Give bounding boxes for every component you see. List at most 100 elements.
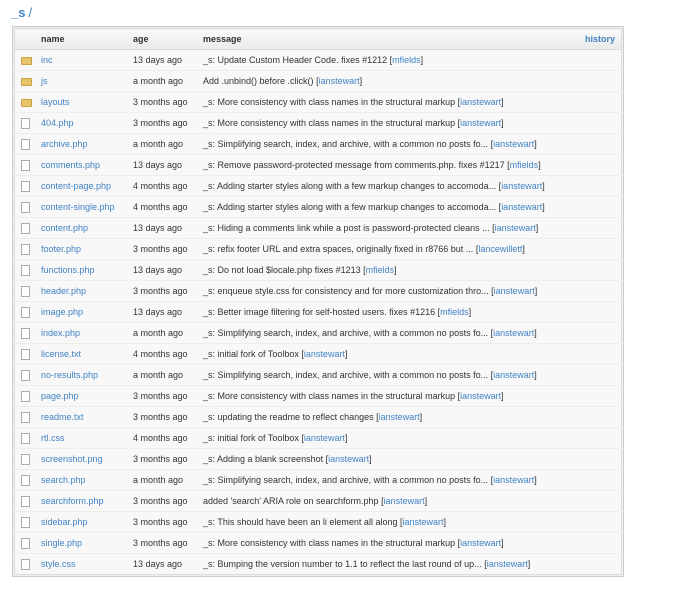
author-link[interactable]: ianstewart — [494, 286, 535, 296]
commit-message: _s: This should have been an li element … — [203, 511, 622, 533]
table-row: screenshot.png 3 months ago _s: Adding a… — [14, 448, 622, 470]
author-link[interactable]: ianstewart — [460, 118, 501, 128]
message-text: _s: Simplifying search, index, and archi… — [203, 370, 489, 380]
age: 13 days ago — [133, 301, 203, 323]
table-row: comments.php 13 days ago _s: Remove pass… — [14, 154, 622, 176]
age: a month ago — [133, 469, 203, 491]
author-link[interactable]: ianstewart — [493, 370, 534, 380]
file-link[interactable]: search.php — [41, 475, 86, 485]
commit-message: _s: Update Custom Header Code. fixes #12… — [203, 49, 622, 71]
file-icon — [21, 369, 30, 381]
age: 13 days ago — [133, 154, 203, 176]
file-icon — [21, 264, 30, 276]
commit-message: _s: Adding a blank screenshot [ianstewar… — [203, 448, 622, 470]
table-row: searchform.php 3 months ago added 'searc… — [14, 490, 622, 512]
author-link[interactable]: ianstewart — [384, 496, 425, 506]
author-link[interactable]: ianstewart — [460, 538, 501, 548]
file-icon — [21, 222, 30, 234]
table-row: index.php a month ago _s: Simplifying se… — [14, 322, 622, 344]
file-link[interactable]: sidebar.php — [41, 517, 88, 527]
author-link[interactable]: ianstewart — [493, 475, 534, 485]
table-row: 404.php 3 months ago _s: More consistenc… — [14, 112, 622, 134]
file-link[interactable]: single.php — [41, 538, 82, 548]
author-link[interactable]: ianstewart — [487, 559, 528, 569]
message-text: _s: More consistency with class names in… — [203, 538, 456, 548]
message-text: _s: Adding a blank screenshot — [203, 454, 324, 464]
breadcrumb-separator: / — [28, 5, 33, 20]
table-row: layouts 3 months ago _s: More consistenc… — [14, 91, 622, 113]
age: 3 months ago — [133, 532, 203, 554]
author-link[interactable]: ianstewart — [493, 328, 534, 338]
file-link[interactable]: header.php — [41, 286, 86, 296]
commit-message: _s: Hiding a comments link while a post … — [203, 217, 622, 239]
table-row: content.php 13 days ago _s: Hiding a com… — [14, 217, 622, 239]
file-link[interactable]: archive.php — [41, 139, 88, 149]
column-name: name — [41, 28, 133, 50]
file-link[interactable]: searchform.php — [41, 496, 104, 506]
file-icon — [21, 453, 30, 465]
file-link[interactable]: layouts — [41, 97, 70, 107]
author-link[interactable]: ianstewart — [501, 181, 542, 191]
author-link[interactable]: ianstewart — [403, 517, 444, 527]
table-row: header.php 3 months ago _s: enqueue styl… — [14, 280, 622, 302]
file-link[interactable]: content-single.php — [41, 202, 115, 212]
file-link[interactable]: content-page.php — [41, 181, 111, 191]
file-link[interactable]: index.php — [41, 328, 80, 338]
commit-message: _s: Simplifying search, index, and archi… — [203, 322, 622, 344]
author-link[interactable]: lancewillett — [478, 244, 522, 254]
file-link[interactable]: image.php — [41, 307, 83, 317]
message-text: _s: initial fork of Toolbox — [203, 349, 299, 359]
folder-icon — [21, 56, 32, 65]
age: 3 months ago — [133, 448, 203, 470]
folder-icon — [21, 98, 32, 107]
age: 13 days ago — [133, 259, 203, 281]
author-link[interactable]: ianstewart — [328, 454, 369, 464]
file-link[interactable]: rtl.css — [41, 433, 65, 443]
age: 3 months ago — [133, 238, 203, 260]
commit-message: added 'search' ARIA role on searchform.p… — [203, 490, 622, 512]
file-link[interactable]: inc — [41, 55, 53, 65]
file-link[interactable]: functions.php — [41, 265, 95, 275]
message-text: _s: Update Custom Header Code. fixes #12… — [203, 55, 388, 65]
author-link[interactable]: ianstewart — [304, 433, 345, 443]
author-link[interactable]: mfields — [510, 160, 539, 170]
file-link[interactable]: 404.php — [41, 118, 74, 128]
author-link[interactable]: ianstewart — [493, 139, 534, 149]
age: 4 months ago — [133, 343, 203, 365]
table-row: style.css 13 days ago _s: Bumping the ve… — [14, 553, 622, 575]
commit-message: _s: More consistency with class names in… — [203, 385, 622, 407]
file-link[interactable]: page.php — [41, 391, 79, 401]
table-row: inc 13 days ago _s: Update Custom Header… — [14, 49, 622, 71]
repo-link[interactable]: _s — [11, 5, 25, 20]
message-text: _s: Better image filtering for self-host… — [203, 307, 436, 317]
file-link[interactable]: comments.php — [41, 160, 100, 170]
file-table: name age message history inc 13 days ago… — [14, 28, 622, 575]
file-link[interactable]: license.txt — [41, 349, 81, 359]
author-link[interactable]: ianstewart — [460, 391, 501, 401]
author-link[interactable]: ianstewart — [501, 202, 542, 212]
author-link[interactable]: mfields — [366, 265, 395, 275]
author-link[interactable]: ianstewart — [379, 412, 420, 422]
age: 3 months ago — [133, 406, 203, 428]
file-link[interactable]: readme.txt — [41, 412, 84, 422]
author-link[interactable]: mfields — [392, 55, 421, 65]
age: 3 months ago — [133, 490, 203, 512]
file-link[interactable]: no-results.php — [41, 370, 98, 380]
history-link[interactable]: history — [417, 28, 622, 50]
file-link[interactable]: footer.php — [41, 244, 81, 254]
commit-message: Add .unbind() before .click() [ianstewar… — [203, 70, 622, 92]
age: 4 months ago — [133, 427, 203, 449]
file-link[interactable]: content.php — [41, 223, 88, 233]
author-link[interactable]: ianstewart — [304, 349, 345, 359]
file-link[interactable]: js — [41, 76, 48, 86]
file-icon — [21, 117, 30, 129]
author-link[interactable]: ianstewart — [495, 223, 536, 233]
file-icon — [21, 327, 30, 339]
file-icon — [21, 243, 30, 255]
file-link[interactable]: screenshot.png — [41, 454, 103, 464]
author-link[interactable]: ianstewart — [460, 97, 501, 107]
file-link[interactable]: style.css — [41, 559, 76, 569]
author-link[interactable]: mfields — [440, 307, 469, 317]
author-link[interactable]: ianstewart — [319, 76, 360, 86]
commit-message: _s: More consistency with class names in… — [203, 91, 622, 113]
